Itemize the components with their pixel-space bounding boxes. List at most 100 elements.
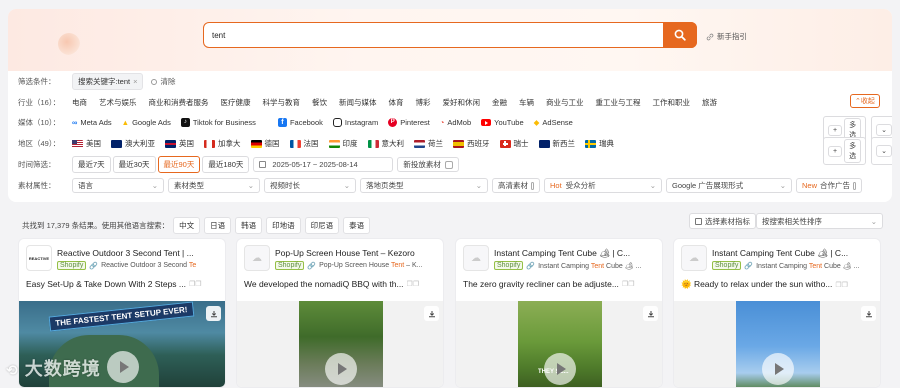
search-button[interactable] [663,21,697,48]
lang-ko-button[interactable]: 韩语 [235,217,263,234]
metric-select-button[interactable]: 选择素材指标 [689,213,756,229]
industry-item[interactable]: 车辆 [519,97,534,108]
industry-item[interactable]: 博彩 [416,97,431,108]
lang-th-button[interactable]: 泰语 [343,217,371,234]
ad-card[interactable]: ☁ Pop-Up Screen House Tent – Kezoro Shop… [236,238,444,388]
industry-item[interactable]: 商业和消费者服务 [149,97,209,108]
industry-item[interactable]: 重工业与工程 [596,97,641,108]
industry-item[interactable]: 旅游 [702,97,717,108]
close-icon[interactable]: × [133,77,137,86]
date-range-picker[interactable]: 2025-05-17 ~ 2025-08-14 [253,157,394,172]
new-material-toggle[interactable]: 新投放素材 [397,157,459,172]
download-icon[interactable] [424,306,439,321]
media-pinterest[interactable]: P Pinterest [388,118,430,127]
lang-zh-button[interactable]: 中文 [173,217,201,234]
copy-icon[interactable]: ❐❐ [189,280,202,288]
media-admob[interactable]: ◔ AdMob [440,118,471,127]
region-us[interactable]: 美国 [72,138,101,149]
download-icon[interactable] [861,306,876,321]
ad-source: Shopify 🔗 Reactive Outdoor 3 Second Te [57,261,223,270]
hq-material-toggle[interactable]: 高清素材 [492,178,540,193]
download-icon[interactable] [643,306,658,321]
industry-item[interactable]: 工作和职业 [653,97,691,108]
industry-item[interactable]: 艺术与娱乐 [99,97,137,108]
region-de[interactable]: 德国 [250,138,280,149]
ad-media[interactable] [674,301,880,387]
ad-media[interactable] [237,301,443,387]
landing-link[interactable]: Pop-Up Screen House Tent – K... [319,262,422,269]
region-in[interactable]: 印度 [328,138,358,149]
language-select[interactable]: 语言 ⌄ [72,178,164,193]
media-google-ads[interactable]: ▲ Google Ads [122,118,171,127]
region-au[interactable]: 澳大利亚 [111,138,155,149]
lang-id-button[interactable]: 印尼语 [304,217,340,234]
region-nz[interactable]: 新西兰 [538,138,575,149]
media-instagram[interactable]: Instagram [332,118,378,127]
search-input[interactable] [212,28,652,42]
landing-link[interactable]: Reactive Outdoor 3 Second Te [101,262,196,269]
media-tiktok[interactable]: ♪ Tiktok for Business [180,118,256,127]
time-option-7[interactable]: 最近7天 [72,156,111,173]
industry-item[interactable]: 金融 [492,97,507,108]
play-icon[interactable] [107,351,139,383]
copy-icon[interactable]: ❐❐ [622,280,635,288]
collapse-button[interactable]: ⌃收起 [850,94,880,108]
guide-link[interactable]: 新手指引 [706,31,747,42]
play-icon[interactable] [762,353,794,385]
region-multi-button[interactable]: + 多选 [823,137,867,165]
partner-ad-checkbox[interactable] [853,181,856,190]
landing-page-select[interactable]: 落地页类型 ⌄ [360,178,488,193]
material-type-select[interactable]: 素材类型 ⌄ [168,178,260,193]
region-ca[interactable]: 加拿大 [204,138,241,149]
ad-format-select[interactable]: Google 广告展现形式 ⌄ [666,178,792,193]
media-facebook[interactable]: f Facebook [277,118,323,127]
industry-item[interactable]: 科学与教育 [263,97,301,108]
industry-item[interactable]: 体育 [389,97,404,108]
ad-media[interactable]: THEY SE... [456,301,662,387]
copy-icon[interactable]: ❐❐ [407,280,420,288]
region-gb[interactable]: 英国 [165,138,194,149]
region-more-button[interactable]: ⌄更多 [871,137,892,165]
time-option-30[interactable]: 最近30天 [112,156,156,173]
ad-card[interactable]: ☁ Instant Camping Tent Cube 🏕 | C... Sho… [455,238,663,388]
partner-ad-toggle[interactable]: New 合作广告 [796,178,862,193]
region-nl[interactable]: 荷兰 [414,138,443,149]
collapse-label: 收起 [860,98,875,105]
audience-analysis-select[interactable]: Hot 受众分析 ⌄ [544,178,662,193]
hq-checkbox[interactable] [531,181,534,190]
play-icon[interactable] [544,353,576,385]
search-icon [674,29,686,41]
region-ch[interactable]: 瑞士 [499,138,529,149]
industry-item[interactable]: 新闻与媒体 [339,97,377,108]
new-material-checkbox[interactable] [444,160,453,169]
industry-item[interactable]: 电商 [72,97,87,108]
region-it[interactable]: 意大利 [367,138,404,149]
ad-card[interactable]: ☁ Instant Camping Tent Cube 🏕 | C... Sho… [673,238,881,388]
download-icon[interactable] [206,306,221,321]
media-youtube[interactable]: YouTube [481,118,524,127]
lang-hi-button[interactable]: 印地语 [266,217,301,234]
industry-item[interactable]: 医疗健康 [221,97,251,108]
time-option-90[interactable]: 最近90天 [157,156,201,173]
landing-link[interactable]: Instant Camping Tent Cube 🏕 ... [756,262,859,270]
industry-item[interactable]: 餐饮 [312,97,327,108]
region-more-controls: +多选 ⌄更多 [823,137,892,165]
lang-ja-button[interactable]: 日语 [204,217,232,234]
sort-select[interactable]: 按搜索相关性排序 ⌄ [756,213,883,229]
video-duration-select[interactable]: 视频时长 ⌄ [264,178,356,193]
time-option-180[interactable]: 最近180天 [202,156,250,173]
ad-description: Easy Set-Up & Take Down With 2 Steps ...… [26,279,202,289]
copy-icon[interactable]: ❐❐ [835,281,848,289]
region-es[interactable]: 西班牙 [453,138,490,149]
media-adsense[interactable]: ◆ AdSense [534,118,573,127]
industry-item[interactable]: 爱好和休闲 [443,97,481,108]
region-fr[interactable]: 法国 [289,138,319,149]
landing-link[interactable]: Instant Camping Tent Cube 🏕 ... [538,262,641,270]
search-box[interactable] [203,21,697,48]
keyword-tag[interactable]: 搜索关键字:tent × [72,73,144,90]
media-meta-ads[interactable]: ∞ Meta Ads [72,118,112,127]
play-icon[interactable] [325,353,357,385]
industry-item[interactable]: 商业与工业 [546,97,584,108]
region-se[interactable]: 瑞典 [585,138,614,149]
clear-button[interactable]: 清除 [151,76,175,87]
